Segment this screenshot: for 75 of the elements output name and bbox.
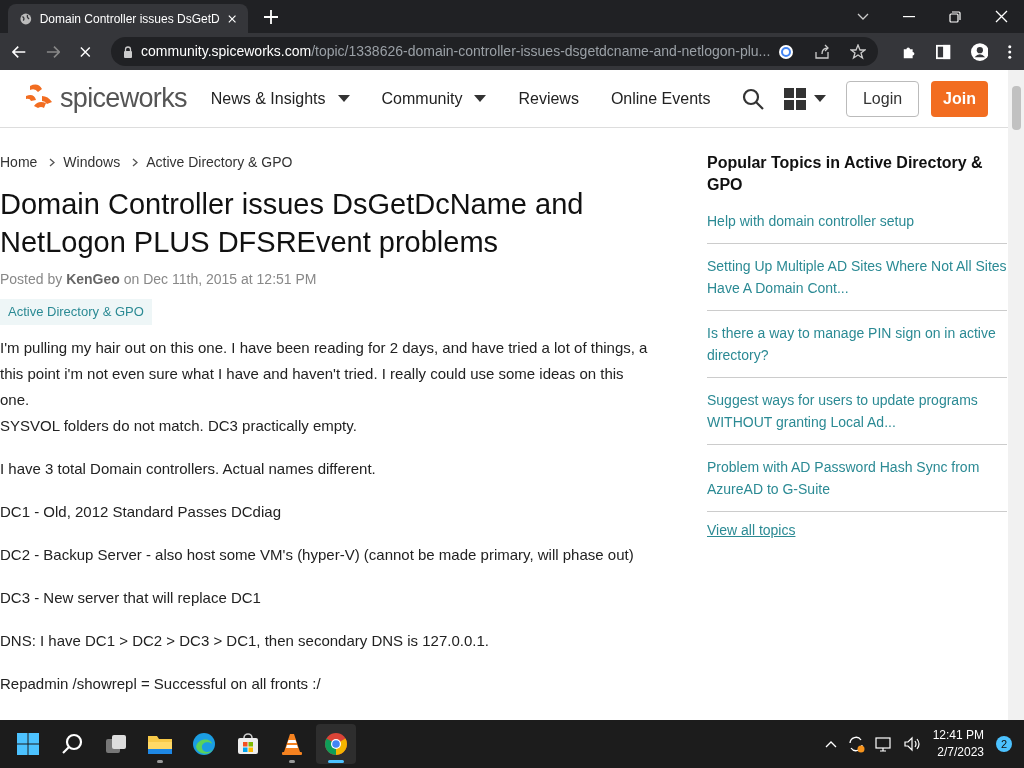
url-text: community.spiceworks.com/topic/1338626-domain-controller-issues-dsgetdcname-and-netlogon-plu... <box>141 42 771 61</box>
logo-text[interactable]: spiceworks <box>60 85 187 112</box>
topic-tag[interactable]: Active Directory & GPO <box>0 299 152 325</box>
breadcrumb-link[interactable]: Home <box>0 152 38 173</box>
nav-menu-item[interactable]: Community <box>381 86 487 111</box>
search-icon[interactable] <box>741 87 764 110</box>
caret-icon <box>337 94 350 103</box>
clock-time[interactable]: 12:41 PM <box>932 727 984 744</box>
speaker-icon[interactable] <box>902 736 921 752</box>
stop-loading-icon[interactable] <box>80 45 91 58</box>
search-icon <box>60 732 84 756</box>
store-bag-icon <box>236 732 260 756</box>
post-paragraph: DC3 - New server that will replace DC1 <box>0 587 262 608</box>
grid-icon <box>783 87 806 110</box>
post-paragraph: DC1 - Old, 2012 Standard Passes DCdiag <box>0 501 282 522</box>
profile-icon[interactable] <box>970 41 989 62</box>
sidebar-title: Popular Topics in Active Directory & GPO <box>707 153 984 195</box>
windows-logo-icon <box>16 732 40 756</box>
topic-link[interactable]: Is there a way to manage PIN sign on in active directory? <box>707 322 1007 366</box>
running-indicator <box>289 760 295 763</box>
post-paragraph: Repadmin /showrepl = Successful on all fronts :/ <box>0 673 322 694</box>
google-icon[interactable] <box>778 43 795 60</box>
notification-badge[interactable]: 2 <box>996 736 1012 752</box>
restore-icon[interactable] <box>949 10 961 23</box>
sync-icon[interactable] <box>846 735 865 753</box>
posted-by-text: Posted by KenGeo on Dec 11th, 2015 at 12:51 PM <box>0 270 318 289</box>
post-paragraph: SYSVOL folders do not match. DC3 practically empty. <box>0 415 358 436</box>
topic-link[interactable]: Help with domain controller setup <box>707 210 1007 232</box>
scrollbar[interactable] <box>1008 70 1024 720</box>
nav-menu-item[interactable]: Reviews <box>518 86 579 111</box>
side-panel-icon[interactable] <box>936 43 951 60</box>
menu-icon[interactable] <box>1008 43 1012 60</box>
caret-icon <box>813 94 826 103</box>
post-paragraph: DC2 - Backup Server - also host some VM's (hyper-V) (cannot be made primary, will phase out) <box>0 544 635 565</box>
forward-arrow-icon[interactable] <box>46 44 61 59</box>
share-icon[interactable] <box>814 43 831 60</box>
traffic-cone-icon <box>280 732 304 756</box>
caret-icon <box>474 94 487 103</box>
running-indicator <box>328 760 344 763</box>
close-icon[interactable] <box>995 10 1008 23</box>
star-icon[interactable] <box>850 43 867 60</box>
network-icon[interactable] <box>874 736 893 752</box>
taskbar-button[interactable] <box>316 724 356 764</box>
chrome-icon <box>324 732 348 756</box>
topic-title: Domain Controller issues DsGetDcName and NetLogon PLUS DFSREvent problems <box>0 187 585 260</box>
nav-menu-item[interactable]: News & Insights <box>210 86 350 111</box>
topic-link[interactable]: Setting Up Multiple AD Sites Where Not All Sites Have A Domain Cont... <box>707 255 1007 299</box>
post-paragraph: I'm pulling my hair out on this one. I have been reading for 2 days, and have tried a lot of things, a this point i'm not even sure what I have and haven't tried. I really could use some ideas on this one. <box>0 337 649 410</box>
close-icon[interactable] <box>227 13 236 24</box>
chevron-up-icon[interactable] <box>824 740 837 748</box>
topic-link[interactable]: Problem with AD Password Hash Sync from AzureAD to G-Suite <box>707 456 1007 500</box>
running-indicator <box>157 760 163 763</box>
edge-icon <box>192 732 216 756</box>
browser-tab[interactable]: Domain Controller issues DsGetD <box>8 4 248 33</box>
login-button[interactable]: Login <box>845 80 920 117</box>
globe-icon <box>20 11 32 26</box>
address-bar[interactable]: community.spiceworks.com/topic/1338626-domain-controller-issues-dsgetdcname-and-netlogon-plu... <box>111 37 879 66</box>
task-view-icon <box>104 732 128 756</box>
post-paragraph: I have 3 total Domain controllers. Actual names different. <box>0 458 377 479</box>
chevron-down-icon[interactable] <box>857 12 869 21</box>
breadcrumb-link[interactable]: Active Directory & GPO <box>146 152 293 173</box>
post-paragraph: DNS: I have DC1 > DC2 > DC3 > DC1, then secondary DNS is 127.0.0.1. <box>0 630 490 651</box>
chevron-right-icon <box>132 158 139 167</box>
tab-title: Domain Controller issues DsGetD <box>39 10 220 28</box>
minimize-icon[interactable] <box>903 15 915 18</box>
back-arrow-icon[interactable] <box>12 44 27 59</box>
breadcrumb-link[interactable]: Windows <box>63 152 121 173</box>
topic-link[interactable]: Suggest ways for users to update programs WITHOUT granting Local Ad... <box>707 389 1007 433</box>
nav-menu-item[interactable]: Online Events <box>610 86 711 111</box>
chevron-right-icon <box>49 158 56 167</box>
apps-menu-button[interactable] <box>783 87 826 110</box>
new-tab-icon[interactable] <box>264 10 278 24</box>
clock-date[interactable]: 2/7/2023 <box>937 744 984 761</box>
view-all-link[interactable]: View all topics <box>707 520 796 541</box>
lock-icon <box>123 45 133 58</box>
